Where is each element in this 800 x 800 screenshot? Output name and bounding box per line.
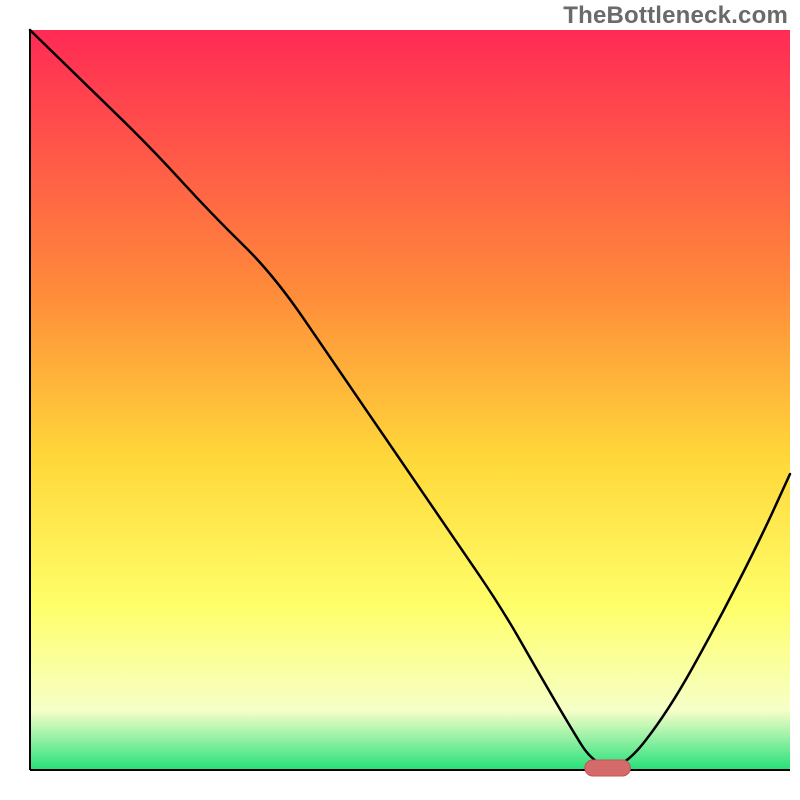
optimal-marker xyxy=(585,760,631,776)
bottleneck-chart xyxy=(0,0,800,800)
watermark-text: TheBottleneck.com xyxy=(563,2,788,30)
chart-container: TheBottleneck.com xyxy=(0,0,800,800)
